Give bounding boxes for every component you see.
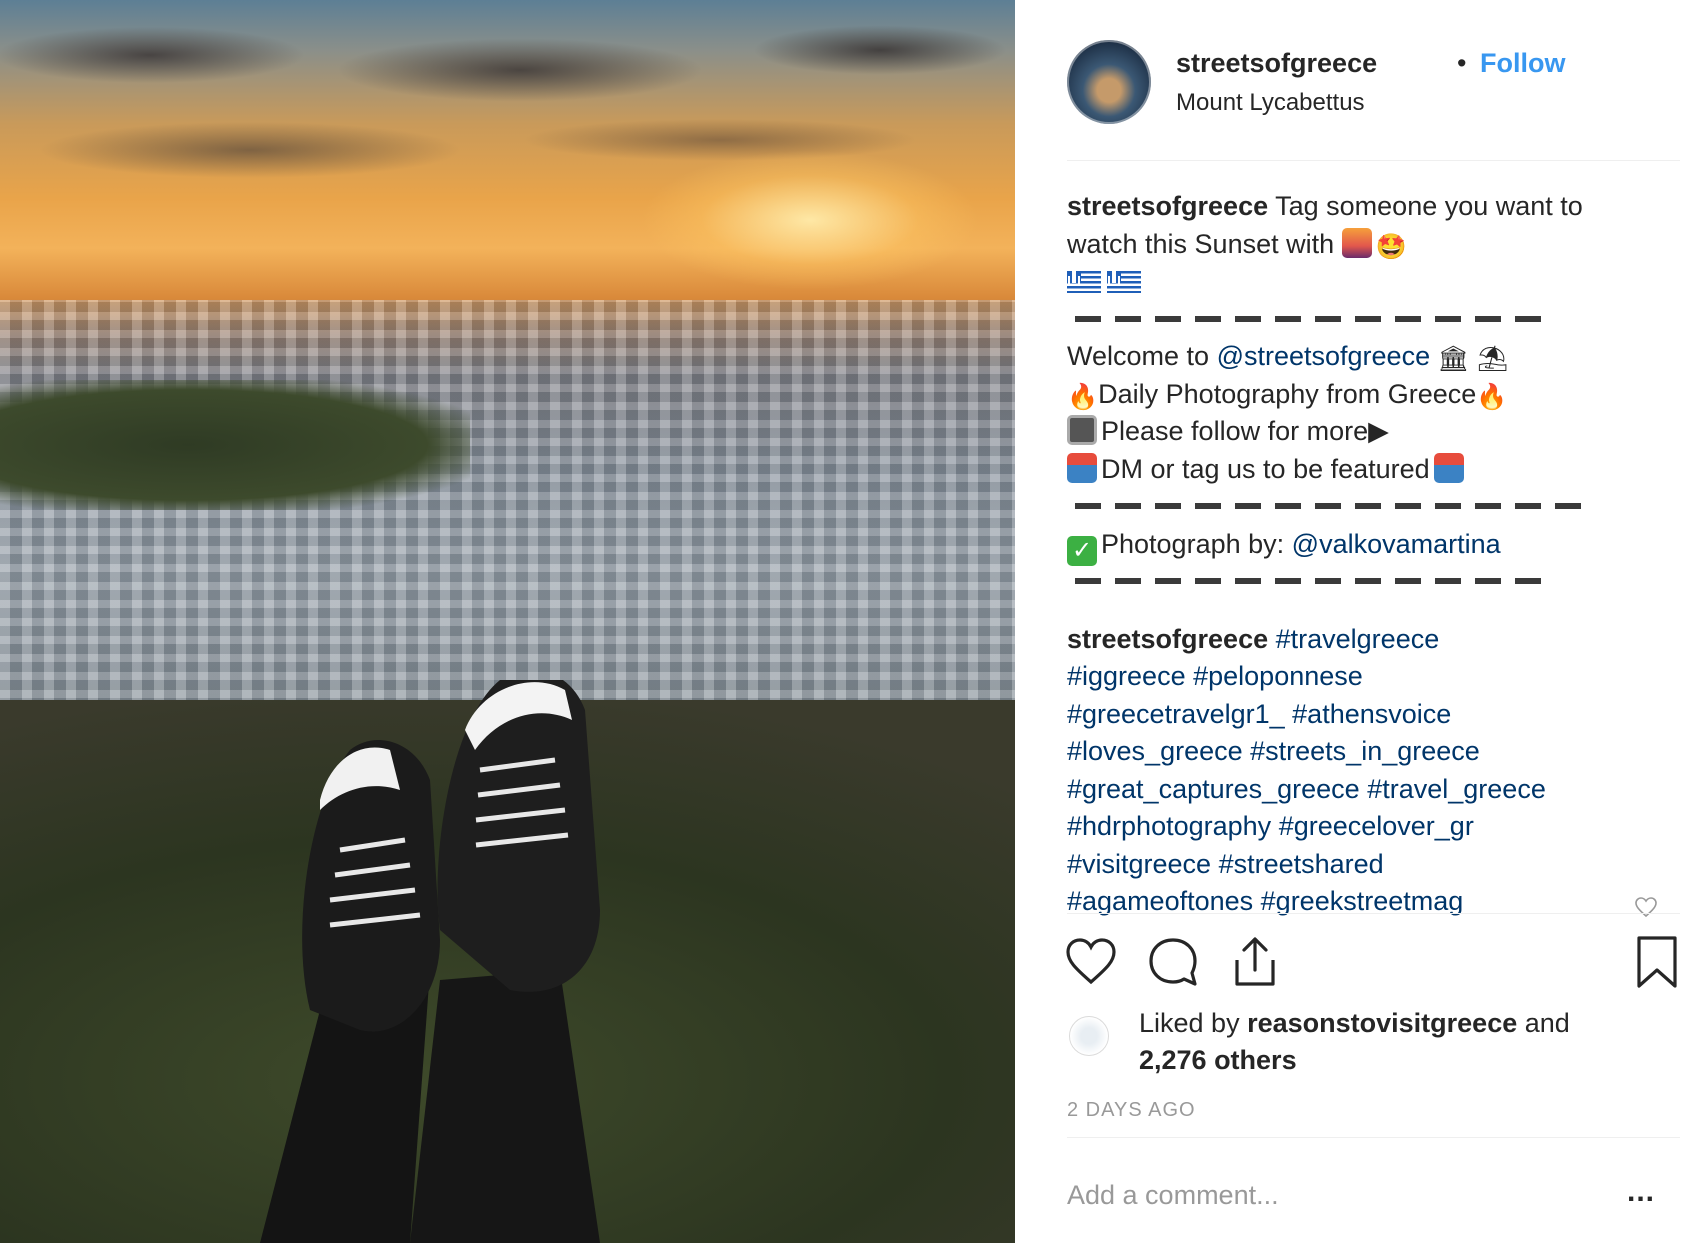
dashed-divider xyxy=(1067,563,1687,601)
photographer-mention-link[interactable]: @valkovamartina xyxy=(1292,529,1501,559)
hashtag-link[interactable]: #greecelover_gr xyxy=(1279,811,1474,841)
hashtag-link[interactable]: #streets_in_greece xyxy=(1250,736,1480,766)
follow-more-text: Please follow for more xyxy=(1101,416,1369,446)
daily-text: Daily Photography from Greece xyxy=(1098,378,1477,409)
liker-avatar[interactable] xyxy=(1069,1016,1109,1056)
divider xyxy=(1067,160,1680,161)
comment-icon[interactable] xyxy=(1145,934,1201,990)
hashtag-link[interactable]: #iggreece xyxy=(1067,661,1186,691)
fire-emoji-icon: 🔥 xyxy=(1476,382,1508,411)
header-username[interactable]: streetsofgreece xyxy=(1176,48,1377,79)
welcome-text: Welcome to xyxy=(1067,341,1210,371)
caption-text-1: Tag someone you want to xyxy=(1275,191,1583,221)
sunset-glow xyxy=(640,150,980,290)
follow-button[interactable]: Follow xyxy=(1480,48,1565,79)
hashtag-link[interactable]: #greecetravelgr1_ xyxy=(1067,699,1285,729)
fire-emoji-icon: 🔥 xyxy=(1067,382,1099,411)
legs-with-sneakers xyxy=(260,680,600,1243)
greece-flag-icon xyxy=(1107,271,1141,293)
hashtag-link[interactable]: #streetshared xyxy=(1219,849,1384,879)
likes-summary: Liked by reasonstovisitgreece and 2,276 … xyxy=(1067,1008,1687,1088)
action-bar xyxy=(1063,934,1683,994)
more-options-button[interactable]: ... xyxy=(1627,1175,1655,1209)
hashtag-link[interactable]: #greekstreetmag xyxy=(1261,886,1464,916)
hashtag-link[interactable]: #travel_greece xyxy=(1367,774,1546,804)
tv-emoji-icon xyxy=(1067,415,1097,445)
dashed-divider xyxy=(1067,488,1687,526)
hashtag-link[interactable]: #travelgreece xyxy=(1276,624,1440,654)
dashed-divider xyxy=(1067,301,1687,339)
dm-text: DM or tag us to be featured xyxy=(1101,453,1430,484)
hashtag-link[interactable]: #loves_greece xyxy=(1067,736,1243,766)
comment-username[interactable]: streetsofgreece xyxy=(1067,624,1268,654)
star-struck-emoji-icon: 🤩 xyxy=(1375,232,1407,261)
caption-text-2: watch this Sunset with xyxy=(1067,228,1335,259)
hashtag-link[interactable]: #hdrphotography xyxy=(1067,811,1271,841)
timestamp[interactable]: 2 DAYS AGO xyxy=(1067,1099,1196,1122)
heart-icon[interactable] xyxy=(1063,934,1119,990)
sunset-emoji-icon xyxy=(1341,227,1372,258)
hashtag-link[interactable]: #agameoftones xyxy=(1067,886,1253,916)
forest-area xyxy=(0,380,470,510)
mention-link[interactable]: @streetsofgreece xyxy=(1217,341,1431,371)
photo-by-text: Photograph by: xyxy=(1101,528,1285,559)
play-arrow-icon: ▶ xyxy=(1368,416,1389,446)
bookmark-icon[interactable] xyxy=(1629,934,1685,990)
hashtag-link[interactable]: #visitgreece xyxy=(1067,849,1211,879)
inbox-tray-emoji-icon xyxy=(1433,452,1464,483)
liked-by-prefix: Liked by xyxy=(1139,1008,1240,1038)
greece-flag-icon xyxy=(1067,271,1101,293)
beach-umbrella-emoji-icon: ⛱ xyxy=(1476,345,1509,373)
hashtag-link[interactable]: #great_captures_greece xyxy=(1067,774,1360,804)
classical-building-emoji-icon: 🏛 xyxy=(1437,345,1470,373)
share-icon[interactable] xyxy=(1227,934,1283,990)
separator-dot: • xyxy=(1457,48,1467,78)
liker-username[interactable]: reasonstovisitgreece xyxy=(1247,1008,1517,1038)
caption: streetsofgreece Tag someone you want to … xyxy=(1067,188,1687,921)
liked-by-suffix: and xyxy=(1524,1008,1570,1038)
hashtag-link[interactable]: #peloponnese xyxy=(1193,661,1363,691)
comment-input[interactable]: Add a comment... xyxy=(1067,1180,1279,1211)
comment-like-heart-icon[interactable] xyxy=(1633,896,1659,918)
inbox-tray-emoji-icon xyxy=(1067,452,1097,483)
caption-username[interactable]: streetsofgreece xyxy=(1067,191,1268,221)
hashtag-link[interactable]: #athensvoice xyxy=(1292,699,1451,729)
post-photo[interactable] xyxy=(0,0,1015,1243)
divider xyxy=(1067,913,1680,914)
avatar[interactable] xyxy=(1067,40,1151,124)
post-sidebar: streetsofgreece • Follow Mount Lycabettu… xyxy=(1015,0,1700,1243)
divider xyxy=(1067,1137,1680,1138)
liked-by-line: Liked by reasonstovisitgreece and xyxy=(1139,1008,1570,1039)
location-link[interactable]: Mount Lycabettus xyxy=(1176,89,1365,117)
likes-count[interactable]: 2,276 others xyxy=(1139,1045,1297,1076)
post-header: streetsofgreece • Follow Mount Lycabettu… xyxy=(1067,38,1667,128)
check-mark-emoji-icon: ✓ xyxy=(1067,535,1097,566)
